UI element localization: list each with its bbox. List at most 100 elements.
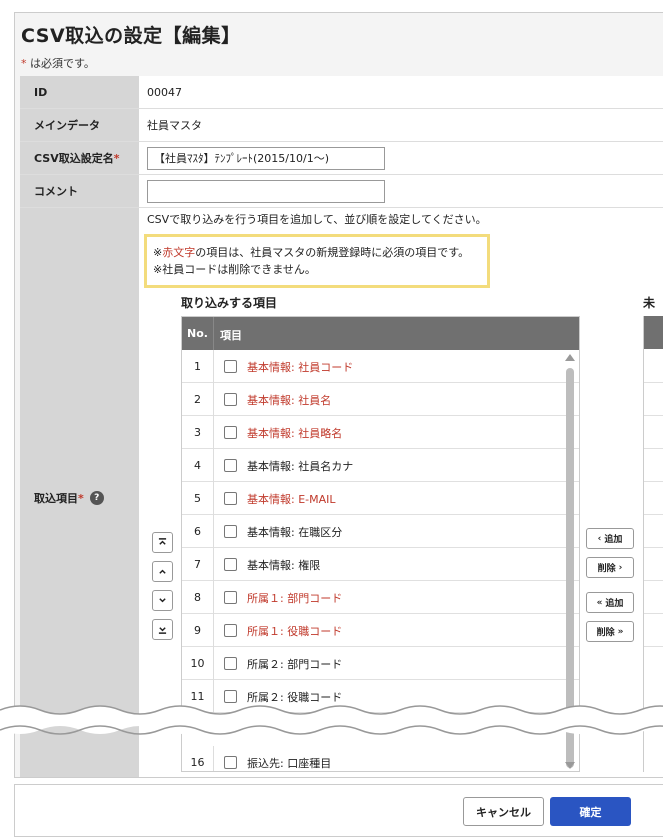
row-checkbox[interactable] [224,492,237,505]
grid-line [644,481,663,482]
row-item-label: 基本情報: E-MAIL [247,493,336,506]
main-data-label: メインデータ [20,109,139,141]
row-main-data: メインデータ 社員マスタ [20,109,663,142]
comment-input[interactable] [147,179,385,203]
table-row[interactable]: 7 基本情報: 権限 [182,548,579,581]
move-top-button[interactable] [152,532,173,553]
row-checkbox[interactable] [224,525,237,538]
table-row[interactable]: 4 基本情報: 社員名カナ [182,449,579,482]
table-row[interactable]: 5 基本情報: E-MAIL [182,482,579,515]
grid-line [644,580,663,581]
setting-name-cell: 【社員ﾏｽﾀ】ﾃﾝﾌﾟﾚｰﾄ(2015/10/1～) [139,142,663,174]
row-checkbox[interactable] [224,624,237,637]
table-row[interactable]: 16 振込先: 口座種目 [182,746,579,771]
add-all-button-label: 追加 [605,599,624,609]
move-bottom-button[interactable] [152,619,173,640]
note-prefix: ※ [153,246,163,259]
help-icon[interactable]: ? [89,491,104,505]
move-down-icon [159,598,166,603]
grid-line [644,646,663,647]
move-bottom-icon [158,627,167,634]
remove-all-button-label: 削除 [596,628,615,638]
page-title: CSV取込の設定【編集】 [21,25,241,47]
row-number: 8 [182,581,214,614]
col-no-header: No. [182,317,214,350]
id-label: ID [20,76,139,108]
row-checkbox[interactable] [224,360,237,373]
row-item-label: 基本情報: 社員名カナ [247,460,354,473]
row-item-label: 所属１: 役職コード [247,625,343,638]
move-down-button[interactable] [152,590,173,611]
setting-name-label: CSV取込設定名 [34,152,114,165]
form-table: ID 00047 メインデータ 社員マスタ CSV取込設定名 * 【社員ﾏｽﾀ】ﾃ… [20,76,663,777]
row-item-label: 基本情報: 社員コード [247,361,354,374]
setting-name-label-cell: CSV取込設定名 * [20,142,139,174]
row-number: 5 [182,482,214,515]
row-comment: コメント [20,175,663,208]
row-import-items: 取込項目 *? CSVで取り込みを行う項目を追加して、並び順を設定してください。 … [20,208,663,777]
double-chevron-right-icon: » [617,626,624,637]
row-checkbox[interactable] [224,558,237,571]
row-item-label: 基本情報: 在職区分 [247,526,343,539]
required-note: * は必須です。 [21,55,95,71]
grid-line [644,514,663,515]
move-up-button[interactable] [152,561,173,582]
remove-button[interactable]: 削除 › [586,557,634,578]
move-up-icon [159,569,166,574]
row-item-label: 基本情報: 権限 [247,559,321,572]
row-number: 7 [182,548,214,581]
row-number: 1 [182,350,214,383]
row-checkbox[interactable] [224,591,237,604]
scroll-down-icon[interactable] [565,762,575,769]
row-id: ID 00047 [20,76,663,109]
note-line-1: ※赤文字の項目は、社員マスタの新規登録時に必須の項目です。 [153,244,481,261]
row-item-label: 振込先: 口座種目 [247,757,332,770]
import-hint: CSVで取り込みを行う項目を追加して、並び順を設定してください。 [147,213,487,226]
grid-line [644,415,663,416]
scroll-up-icon[interactable] [565,354,575,361]
table-row[interactable]: 9 所属１: 役職コード [182,614,579,647]
confirm-button[interactable]: 確定 [550,797,631,826]
row-checkbox[interactable] [224,459,237,472]
row-item-label: 所属１: 部門コード [247,592,343,605]
row-item-label: 基本情報: 社員名 [247,394,332,407]
chevron-right-icon: › [618,562,623,573]
required-items-note: ※赤文字の項目は、社員マスタの新規登録時に必須の項目です。 ※社員コードは削除で… [144,234,490,288]
move-top-icon [158,538,167,545]
comment-cell [139,175,663,207]
main-data-value: 社員マスタ [147,119,202,132]
cancel-button[interactable]: キャンセル [463,797,544,826]
import-items-label: 取込項目 [34,492,78,505]
row-checkbox[interactable] [224,756,237,769]
row-checkbox[interactable] [224,426,237,439]
comment-label: コメント [20,175,139,207]
note-red-text: 赤文字 [162,246,196,259]
table-row[interactable]: 2 基本情報: 社員名 [182,383,579,416]
table-row[interactable]: 10 所属２: 部門コード [182,647,579,680]
grid-line [644,547,663,548]
table-row[interactable]: 3 基本情報: 社員略名 [182,416,579,449]
grid-line [644,382,663,383]
table-row[interactable]: 8 所属１: 部門コード [182,581,579,614]
double-chevron-left-icon: « [596,597,603,608]
row-checkbox[interactable] [224,393,237,406]
row-item-label: 基本情報: 社員略名 [247,427,343,440]
import-items-label-cell: 取込項目 *? [20,208,139,777]
required-star: * [113,151,120,165]
add-button[interactable]: ‹ 追加 [586,528,634,549]
add-all-button[interactable]: «追加 [586,592,634,613]
remove-all-button[interactable]: 削除» [586,621,634,642]
grid-line [644,448,663,449]
row-checkbox[interactable] [224,657,237,670]
setting-name-input[interactable]: 【社員ﾏｽﾀ】ﾃﾝﾌﾟﾚｰﾄ(2015/10/1～) [147,146,385,170]
remove-button-label: 削除 [597,564,616,574]
row-number: 3 [182,416,214,449]
row-number: 4 [182,449,214,482]
table-row[interactable]: 6 基本情報: 在職区分 [182,515,579,548]
table-row[interactable]: 1 基本情報: 社員コード [182,350,579,383]
settings-panel: CSV取込の設定【編集】 * は必須です。 ID 00047 メインデータ 社員… [14,12,663,778]
row-number: 10 [182,647,214,680]
unselected-items-title: 未 [643,296,656,310]
note-rest: の項目は、社員マスタの新規登録時に必須の項目です。 [195,246,470,259]
footer-bar: キャンセル 確定 [14,784,663,837]
